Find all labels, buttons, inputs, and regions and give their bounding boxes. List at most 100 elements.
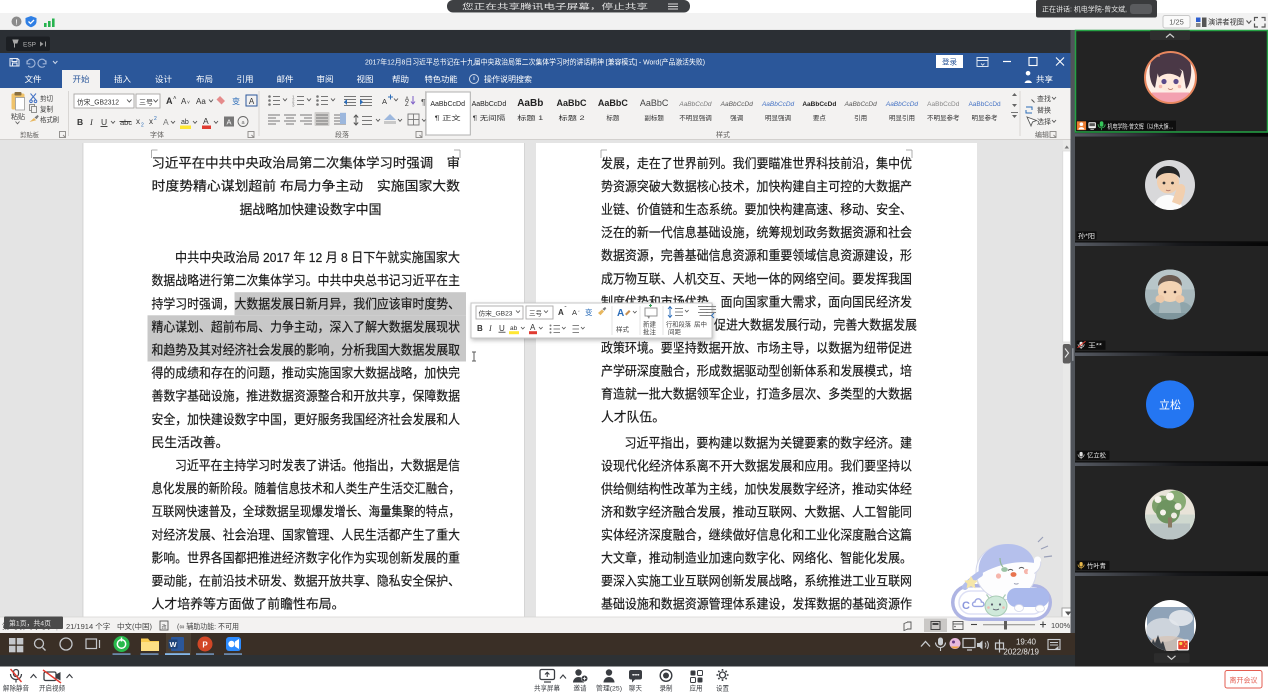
svg-text:A: A (249, 97, 255, 106)
svg-text:布局: 布局 (196, 74, 213, 84)
svg-text:明显引用: 明显引用 (889, 113, 915, 122)
svg-text:插入: 插入 (114, 74, 131, 84)
svg-text:间距: 间距 (668, 328, 682, 336)
svg-text:共享: 共享 (1036, 74, 1053, 84)
svg-text:三号: 三号 (139, 99, 153, 107)
svg-text:和趋势及其对经济社会发展的影响，分析我国大数据发展取: 和趋势及其对经济社会发展的影响，分析我国大数据发展取 (152, 343, 461, 358)
svg-text:改: 改 (161, 624, 166, 631)
svg-text:复制: 复制 (40, 105, 53, 114)
svg-text:视图: 视图 (357, 74, 374, 84)
svg-text:要点: 要点 (813, 114, 827, 122)
svg-text:W: W (169, 640, 177, 649)
svg-text:x: x (136, 117, 140, 126)
svg-text:A: A (572, 308, 577, 317)
svg-text:AaBbCcDd: AaBbCcDd (720, 101, 754, 108)
svg-text:泛在的新一代信息基础设施，统筹规划政务数据资源和社会: 泛在的新一代信息基础设施，统筹规划政务数据资源和社会 (601, 225, 912, 240)
svg-text:B: B (477, 324, 483, 333)
svg-text:变: 变 (585, 307, 593, 317)
svg-text:操作说明搜索: 操作说明搜索 (484, 74, 532, 84)
svg-text:机电学院-曾文辉（以伟大旗…: 机电学院-曾文辉（以伟大旗… (1108, 122, 1174, 131)
svg-text:2022/8/19: 2022/8/19 (1003, 648, 1039, 657)
svg-text:竹叶青: 竹叶青 (1087, 561, 1106, 570)
svg-text:AaBbC: AaBbC (598, 98, 629, 108)
svg-text:˅: ˅ (187, 100, 190, 106)
svg-text:查找: 查找 (1037, 94, 1051, 103)
svg-text:2: 2 (141, 123, 144, 129)
svg-text:精心谋划、超前布局、力争主动，深入了解大数据发展现状: 精心谋划、超前布局、力争主动，深入了解大数据发展现状 (152, 319, 461, 334)
svg-text:100%: 100% (1051, 621, 1071, 630)
svg-text:互联网快速普及，全球数据呈现爆发增长、海量集聚的特点，: 互联网快速普及，全球数据呈现爆发增长、海量集聚的特点， (152, 504, 461, 519)
svg-text:字体: 字体 (150, 130, 164, 139)
svg-text:正在讲话: 机电学院-曾文斌,: 正在讲话: 机电学院-曾文斌, (1042, 5, 1127, 14)
svg-text:x: x (149, 117, 153, 126)
svg-text:A: A (166, 96, 173, 106)
svg-text:¶: ¶ (421, 97, 426, 107)
svg-text:成万物互联、人机交互、天地一体的网络空间。要发挥我国: 成万物互联、人机交互、天地一体的网络空间。要发挥我国 (601, 271, 912, 286)
svg-text:据战略加快建设数字中国: 据战略加快建设数字中国 (240, 202, 382, 217)
svg-text:!: ! (15, 20, 17, 27)
svg-text:AaBbCcDd: AaBbCcDd (430, 101, 465, 108)
svg-text:替换: 替换 (1037, 106, 1051, 115)
svg-text:A: A (558, 308, 564, 317)
svg-text:安全，加快建设数字中国，更好服务我国经济社会发展和人: 安全，加快建设数字中国，更好服务我国经济社会发展和人 (152, 412, 461, 427)
svg-text:中共中央政治局 2017 年 12 月 8 日下午就实施国家: 中共中央政治局 2017 年 12 月 8 日下午就实施国家大 (175, 250, 460, 265)
svg-text:P: P (202, 641, 208, 650)
svg-text:您正在共享腾讯电子屏幕，停止共享: 您正在共享腾讯电子屏幕，停止共享 (462, 1, 649, 11)
svg-text:三号: 三号 (529, 310, 543, 318)
svg-text:A: A (203, 116, 209, 126)
svg-text:A: A (226, 118, 231, 127)
svg-text:设计: 设计 (155, 74, 172, 84)
svg-text:新建: 新建 (643, 320, 657, 329)
svg-text:孙*阳: 孙*阳 (1078, 231, 1095, 240)
svg-text:强调: 强调 (730, 113, 743, 122)
svg-text:选择: 选择 (1037, 117, 1051, 126)
svg-text:副标题: 副标题 (644, 113, 664, 122)
svg-text:共享屏幕: 共享屏幕 (534, 684, 560, 693)
svg-text:要深入实施工业互联网创新发展战略，系统推进工业互联网: 要深入实施工业互联网创新发展战略，系统推进工业互联网 (601, 574, 912, 589)
svg-text:AaBb: AaBb (517, 98, 543, 109)
svg-text:ab: ab (181, 119, 189, 126)
svg-text:仿宋_GB2312: 仿宋_GB2312 (77, 98, 119, 107)
svg-text:2: 2 (154, 116, 157, 122)
svg-text:批注: 批注 (643, 327, 657, 336)
svg-text:立松: 立松 (1159, 397, 1181, 411)
svg-text:离开会议: 离开会议 (1230, 676, 1258, 685)
svg-text:A: A (382, 97, 387, 106)
svg-text:段落: 段落 (335, 130, 349, 139)
svg-text:聊天: 聊天 (629, 684, 642, 693)
svg-text:实体经济深度融合，继续做好信息化和工业化深度融合这篇: 实体经济深度融合，继续做好信息化和工业化深度融合这篇 (601, 528, 912, 543)
svg-text:明显参考: 明显参考 (972, 113, 999, 122)
svg-text:19:40: 19:40 (1016, 638, 1037, 647)
svg-text:人才培养等方面做了前瞻性布局。: 人才培养等方面做了前瞻性布局。 (152, 597, 345, 612)
svg-text:¶ 无间隔: ¶ 无间隔 (473, 113, 506, 122)
svg-text:不明显强调: 不明显强调 (679, 113, 712, 122)
svg-text:C: C (962, 600, 970, 612)
svg-text:影响。世界各国都把推进经济数字化作为实现创新发展的重: 影响。世界各国都把推进经济数字化作为实现创新发展的重 (152, 550, 461, 565)
svg-text:帮助: 帮助 (392, 74, 409, 84)
svg-text:育造就一批大数据领军企业，打造多层次、多类型的大数据: 育造就一批大数据领军企业，打造多层次、多类型的大数据 (601, 387, 912, 402)
svg-text:人才队伍。: 人才队伍。 (601, 410, 665, 425)
svg-text:B: B (77, 117, 83, 127)
svg-text:编辑: 编辑 (1035, 130, 1049, 139)
svg-text:忆立松: 忆立松 (1087, 451, 1106, 460)
svg-text:AaBbCcDd: AaBbCcDd (802, 101, 836, 108)
svg-text:得的成绩和存在的问题，推动实施国家大数据战略，加快完: 得的成绩和存在的问题，推动实施国家大数据战略，加快完 (152, 366, 461, 381)
svg-text:邀请: 邀请 (574, 684, 587, 693)
svg-text:王**: 王** (1088, 342, 1103, 350)
svg-text:标题: 标题 (606, 113, 620, 122)
svg-text:格式刷: 格式刷 (40, 115, 59, 124)
svg-text:录制: 录制 (660, 684, 673, 693)
svg-text:善数字基础设施，推进数据资源整合和开放共享，保障数据: 善数字基础设施，推进数据资源整合和开放共享，保障数据 (152, 389, 461, 404)
svg-text:变: 变 (232, 96, 240, 106)
svg-text:民生活改善。: 民生活改善。 (152, 435, 229, 450)
svg-text:1/25: 1/25 (1169, 18, 1184, 27)
svg-text:开始: 开始 (73, 74, 90, 84)
svg-text:登录: 登录 (942, 57, 957, 67)
svg-text:数据资源，完善基础信息资源和重要领域信息资源建设，形: 数据资源，完善基础信息资源和重要领域信息资源建设，形 (601, 248, 912, 263)
svg-text:AaBbCcDd: AaBbCcDd (927, 101, 960, 108)
svg-text:AaBbCcDd: AaBbCcDd (968, 101, 1001, 108)
svg-text:AaBbCcDd: AaBbCcDd (844, 101, 878, 108)
svg-text:U: U (499, 324, 505, 333)
svg-text:促进大数据发展行动，完善大数据发展: 促进大数据发展行动，完善大数据发展 (714, 317, 917, 332)
svg-text:审阅: 审阅 (317, 74, 334, 84)
